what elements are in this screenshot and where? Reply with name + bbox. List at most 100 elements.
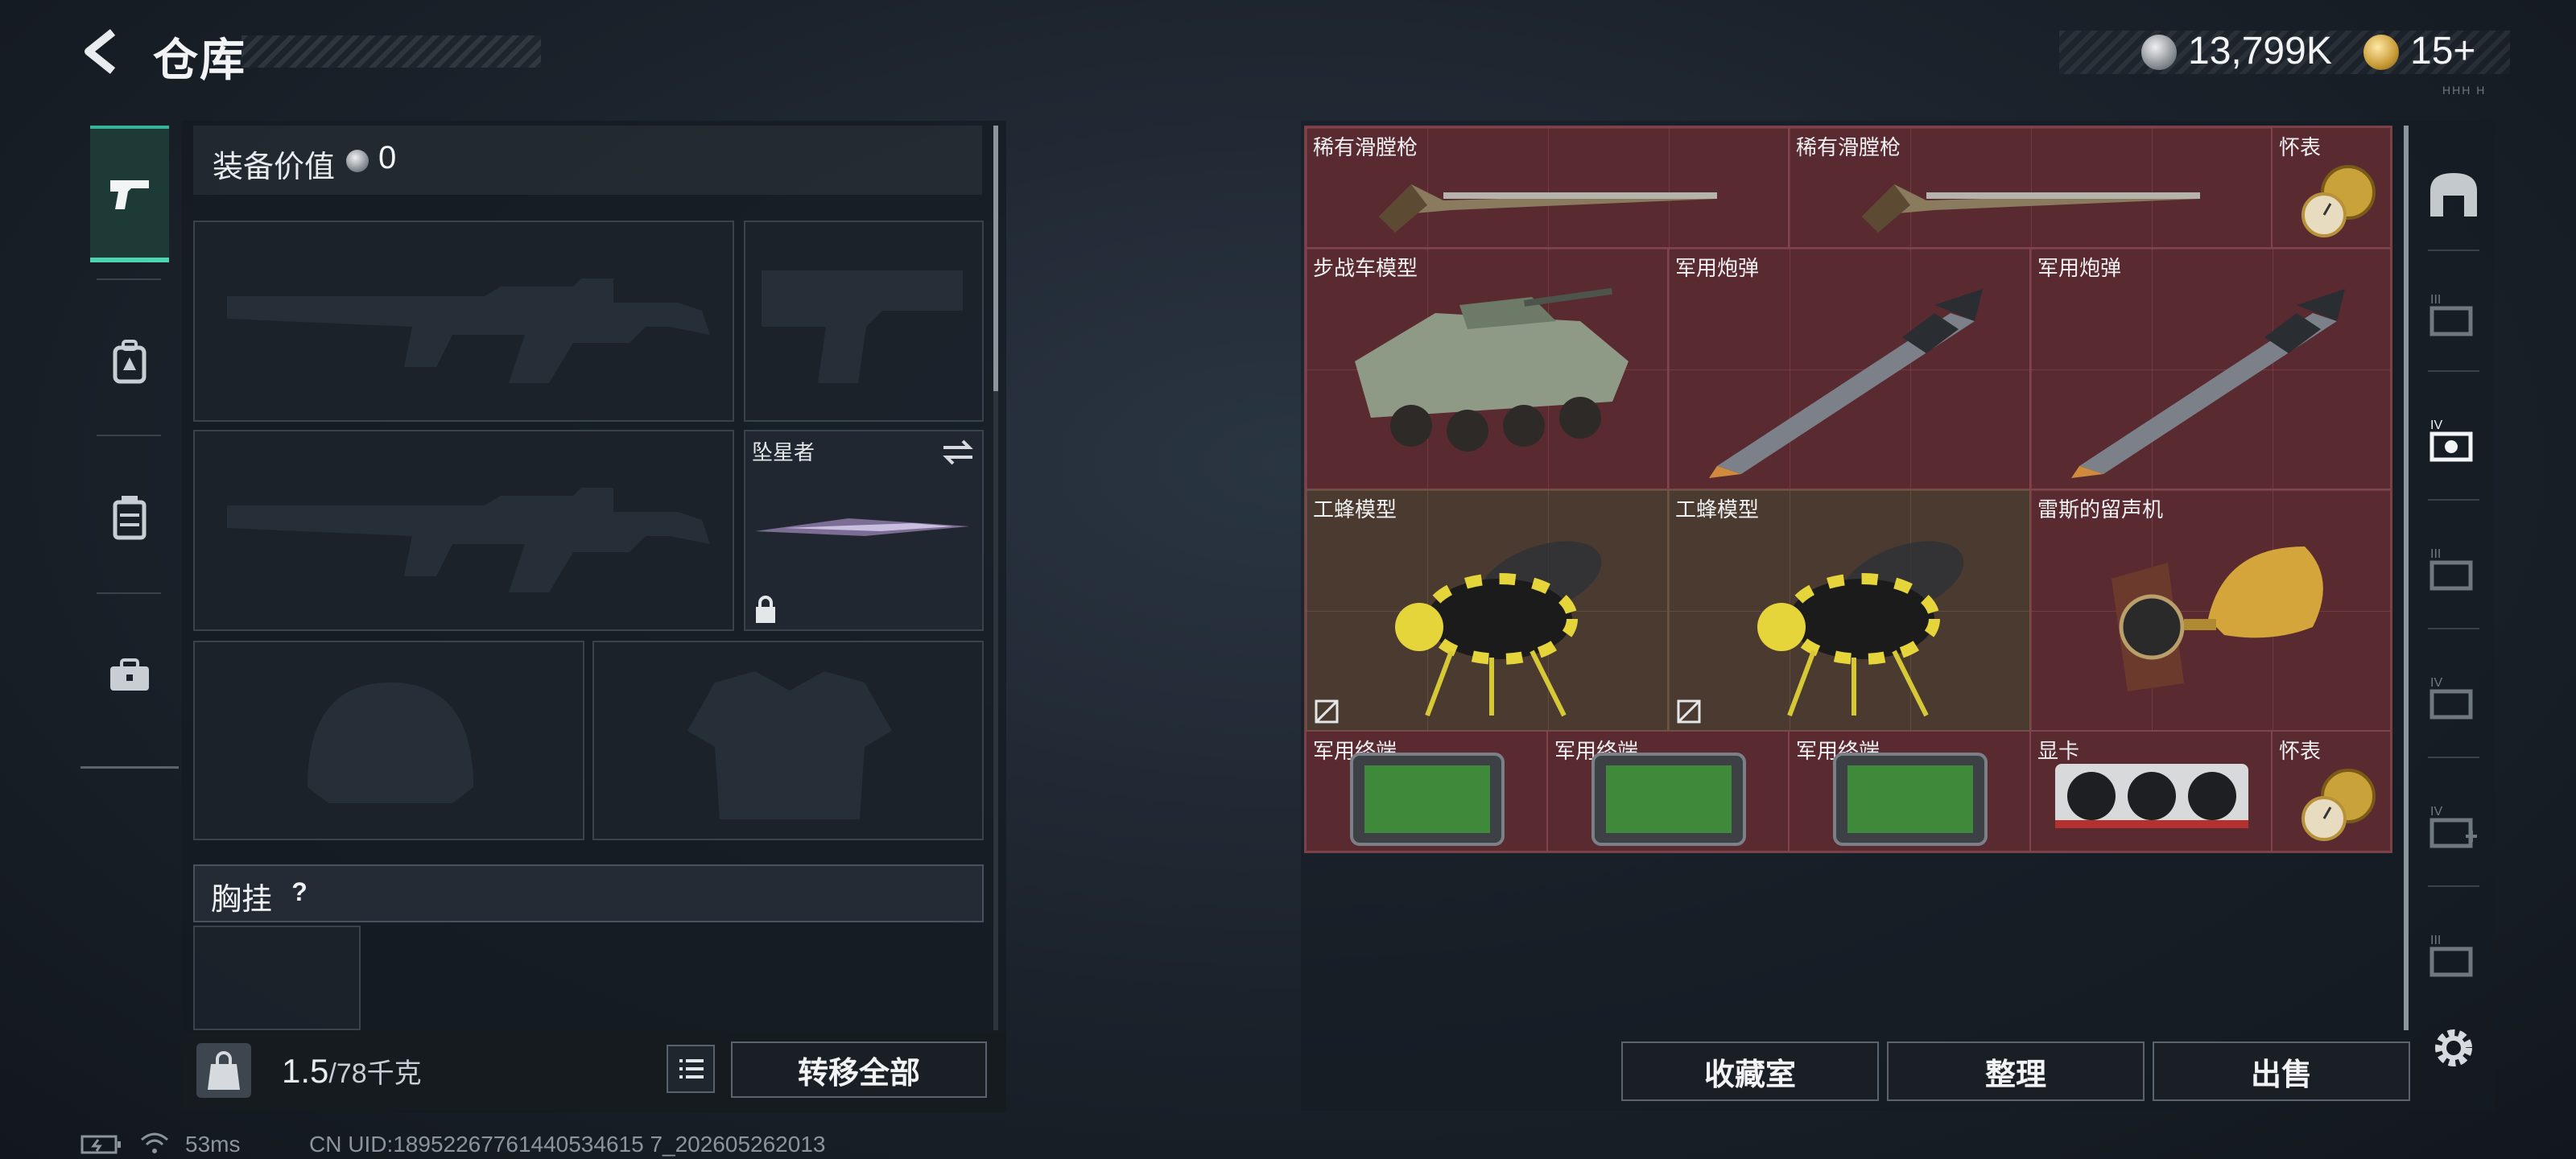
pocket-watch-icon: [2301, 165, 2376, 237]
grid-item[interactable]: 军用终端: [1306, 731, 1547, 852]
tier-label: IV: [2430, 419, 2442, 432]
grid-item[interactable]: 怀表: [2272, 127, 2391, 248]
list-view-button[interactable]: [667, 1045, 715, 1093]
body-armor-slot[interactable]: [592, 641, 984, 840]
vest-silhouette-icon: [687, 671, 892, 819]
grid-item[interactable]: 军用终端: [1547, 731, 1789, 852]
bee-model-icon: [1757, 541, 1964, 717]
silver-coin-icon: [346, 150, 369, 172]
right-tab-tier-3[interactable]: III: [2420, 283, 2487, 351]
right-tab-separator: [2428, 370, 2479, 372]
weight-readout: 1.5/78千克: [282, 1051, 422, 1091]
lock-icon: [756, 596, 775, 623]
grid-item[interactable]: 军用炮弹: [1668, 248, 2030, 489]
melee-slot[interactable]: 坠星者: [744, 430, 984, 631]
grid-item[interactable]: 雷斯的留声机: [2030, 489, 2391, 731]
right-tab-separator: [2428, 885, 2479, 887]
artillery-shell-icon: [1709, 289, 1983, 478]
container-tier-icon: IV: [2429, 419, 2473, 462]
right-tab-tier-4b[interactable]: IV: [2420, 666, 2487, 734]
briefcase-icon: [110, 658, 149, 691]
collection-room-button[interactable]: 收藏室: [1621, 1041, 1879, 1101]
right-tab-tier-4-active[interactable]: IV: [2420, 409, 2487, 476]
musket-icon: [1862, 184, 2200, 233]
graphics-card-icon: [2055, 764, 2248, 828]
grid-item[interactable]: 显卡: [2030, 731, 2272, 852]
uid-readout: CN UID:18952267761440534615 7_2026052620…: [309, 1132, 826, 1157]
pocket-watch-icon: [2301, 769, 2376, 841]
item-name: 步战车模型: [1313, 256, 1418, 280]
grid-item[interactable]: 怀表: [2272, 731, 2391, 852]
tier-label: IV: [2430, 676, 2442, 690]
tier-label: III: [2430, 293, 2441, 307]
grid-item[interactable]: 稀有滑膛枪: [1306, 127, 1789, 248]
right-tab-tier-3c[interactable]: III: [2420, 924, 2487, 992]
right-tab-tier-3b[interactable]: III: [2420, 538, 2487, 605]
tab-backpack[interactable]: [90, 293, 169, 430]
grid-item[interactable]: 军用炮弹: [2030, 248, 2391, 489]
gear-icon: [2435, 1029, 2472, 1066]
gramophone-icon: [2112, 547, 2323, 691]
weight-max: /78千克: [328, 1058, 422, 1089]
chest-rig-slot[interactable]: [193, 926, 361, 1030]
helmet-silhouette-icon: [308, 683, 473, 803]
equipment-value-label: 装备价值: [213, 151, 336, 184]
secondary-weapon-slot[interactable]: [193, 430, 734, 631]
equipment-value: 0: [378, 140, 397, 175]
storage-scrollbar[interactable]: [2404, 126, 2409, 1030]
tab-separator: [97, 435, 161, 436]
musket-icon: [1379, 184, 1717, 233]
settings-button[interactable]: [2420, 1014, 2487, 1082]
ping-readout: 53ms: [185, 1132, 241, 1157]
silver-coin-icon: [2141, 35, 2177, 70]
bee-model-icon: [1395, 541, 1602, 717]
blade-icon: [755, 518, 969, 536]
item-name: 军用炮弹: [2037, 256, 2122, 280]
right-tab-separator: [2428, 628, 2479, 629]
tab-weapons[interactable]: [90, 126, 169, 262]
weight-current: 1.5: [282, 1052, 329, 1090]
right-tab-separator: [2428, 757, 2479, 758]
battery-icon: [80, 1135, 121, 1154]
no-insure-icon: [1315, 699, 1339, 724]
backpack-icon: [113, 340, 147, 384]
helmet-slot[interactable]: [193, 641, 584, 840]
artillery-shell-icon: [2071, 289, 2345, 478]
transfer-all-button[interactable]: 转移全部: [731, 1041, 987, 1098]
item-name: 军用炮弹: [1675, 256, 1760, 280]
right-tab-separator: [2428, 250, 2479, 251]
right-tab-tier-4c[interactable]: IV: [2420, 795, 2487, 863]
primary-weapon-slot[interactable]: [193, 221, 734, 422]
loadout-scrollbar[interactable]: [993, 126, 998, 391]
grid-item[interactable]: 工蜂模型: [1668, 489, 2030, 731]
container-tier-icon: III: [2429, 547, 2473, 591]
sidearm-slot[interactable]: [744, 221, 984, 422]
grid-item[interactable]: 军用终端: [1789, 731, 2030, 852]
tab-toolbox[interactable]: [90, 607, 169, 744]
tier-label: III: [2430, 547, 2441, 561]
tab-vest[interactable]: [90, 449, 169, 586]
right-tab-home[interactable]: [2420, 161, 2487, 229]
gold-currency-amount[interactable]: 15+: [2410, 29, 2475, 73]
sell-button[interactable]: 出售: [2153, 1041, 2410, 1101]
rifle-silhouette-icon: [227, 488, 710, 592]
melee-slot-label: 坠星者: [752, 440, 815, 464]
no-insure-icon: [1677, 699, 1701, 724]
tier-label: IV: [2430, 805, 2442, 819]
title-decoration: [242, 35, 541, 68]
grid-item[interactable]: 工蜂模型: [1306, 489, 1668, 731]
terminal-icon: [1833, 753, 1988, 846]
rifle-silhouette-icon: [227, 278, 710, 383]
swap-icon[interactable]: [940, 438, 976, 467]
sort-button[interactable]: 整理: [1887, 1041, 2145, 1101]
right-tab-separator: [2428, 499, 2479, 501]
home-icon: [2430, 173, 2477, 217]
gold-coin-icon: [2363, 35, 2399, 70]
pistol-silhouette-icon: [762, 270, 963, 383]
grid-item[interactable]: 步战车模型: [1306, 248, 1668, 489]
back-arrow-icon[interactable]: [77, 27, 126, 76]
grid-item[interactable]: 稀有滑膛枪: [1789, 127, 2272, 248]
help-icon[interactable]: ?: [282, 877, 317, 913]
tab-separator: [97, 592, 161, 594]
item-name: 稀有滑膛枪: [1313, 135, 1418, 159]
